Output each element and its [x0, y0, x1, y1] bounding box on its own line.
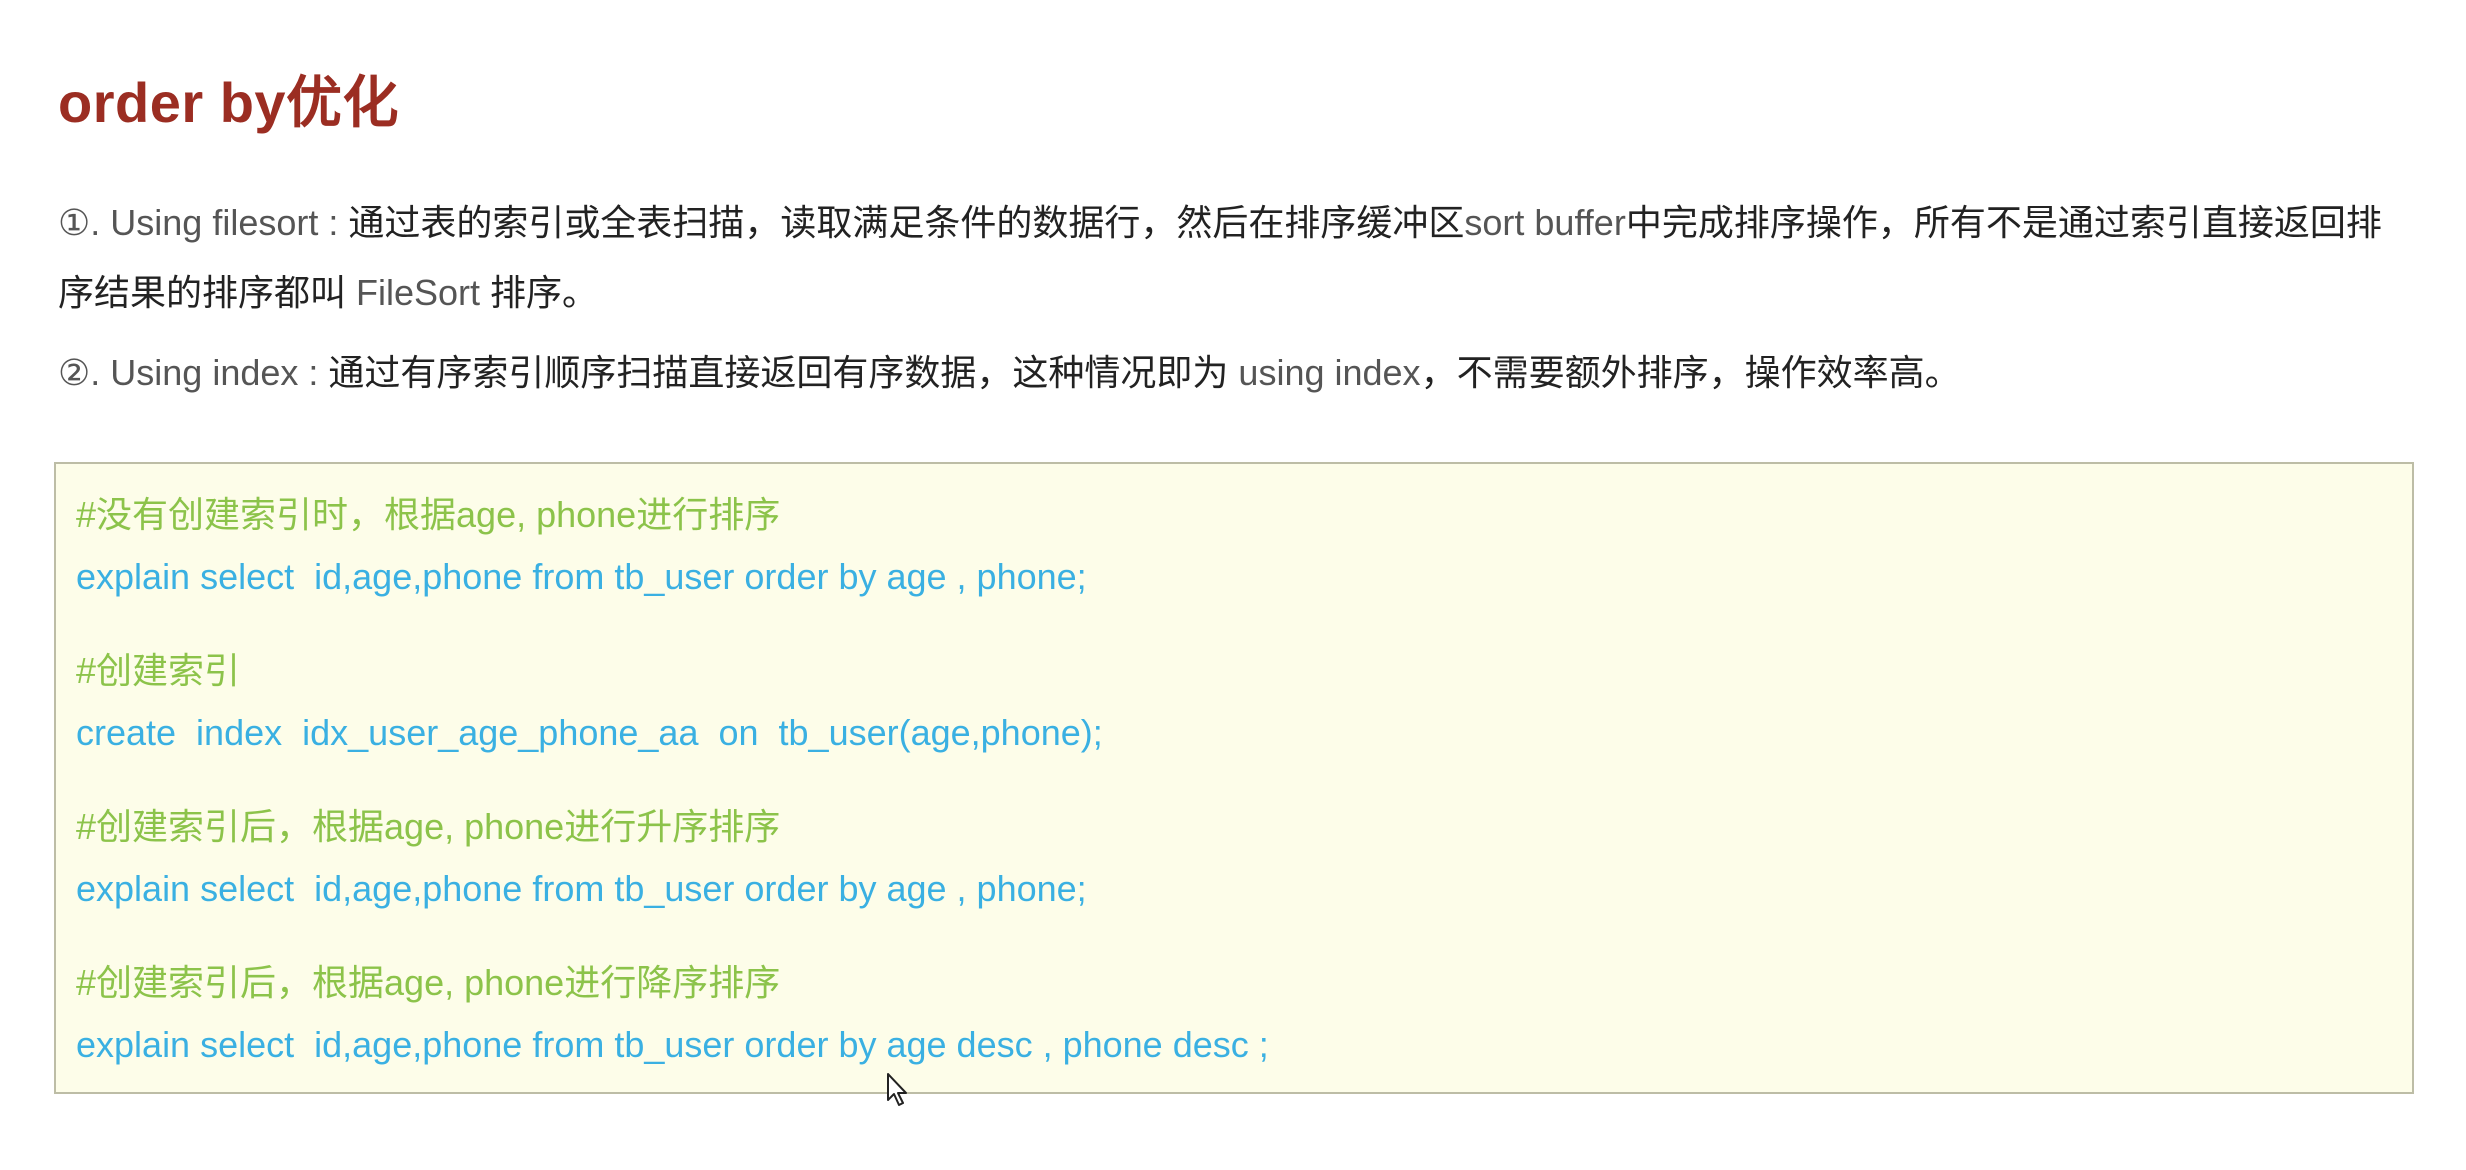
point-filesort: ①. Using filesort : 通过表的索引或全表扫描，读取满足条件的数…	[58, 188, 2388, 328]
code-line: explain select id,age,phone from tb_user…	[76, 556, 1087, 597]
point-text-term: sort buffer	[1464, 202, 1626, 243]
code-line: explain select id,age,phone from tb_user…	[76, 868, 1087, 909]
code-block[interactable]: #没有创建索引时，根据age, phone进行排序 explain select…	[54, 462, 2414, 1094]
point-marker: ②.	[58, 352, 101, 393]
code-comment-line: #创建索引后，根据age, phone进行升序排序	[76, 806, 781, 847]
point-text: 通过表的索引或全表扫描，读取满足条件的数据行，然后在排序缓冲区	[348, 202, 1465, 243]
code-line: explain select id,age,phone from tb_user…	[76, 1024, 1269, 1065]
code-comment-line: #没有创建索引时，根据age, phone进行排序	[76, 494, 781, 535]
point-text-term: FileSort	[356, 272, 481, 313]
code-line: create index idx_user_age_phone_aa on tb…	[76, 712, 1103, 753]
mouse-pointer-icon	[886, 1072, 910, 1108]
point-text: ，不需要额外排序，操作效率高。	[1420, 352, 1961, 393]
point-text-term: using index	[1238, 352, 1421, 393]
document-page: order by优化 ①. Using filesort : 通过表的索引或全表…	[0, 0, 2466, 1170]
point-marker: ①.	[58, 202, 101, 243]
point-text: 通过有序索引顺序扫描直接返回有序数据，这种情况即为	[328, 352, 1239, 393]
code-comment-line: #创建索引	[76, 650, 241, 691]
page-title: order by优化	[58, 71, 400, 134]
point-term: Using filesort :	[100, 202, 349, 243]
point-text: 排序。	[480, 272, 599, 313]
point-term: Using index :	[100, 352, 329, 393]
code-comment-line: #创建索引后，根据age, phone进行降序排序	[76, 962, 781, 1003]
point-using-index: ②. Using index : 通过有序索引顺序扫描直接返回有序数据，这种情况…	[58, 338, 2388, 408]
